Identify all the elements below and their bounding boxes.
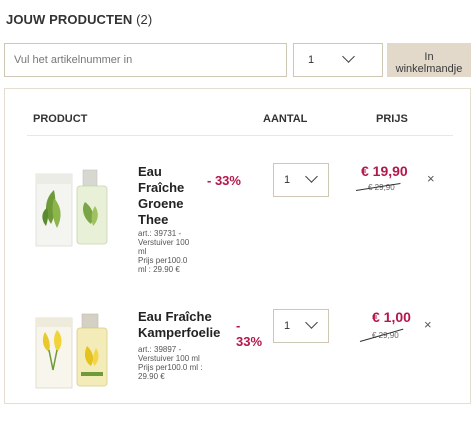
product-name-line: Thee [138,212,169,227]
add-quantity-value: 1 [308,54,315,66]
quantity-value: 1 [284,320,291,332]
meta-line: Verstuiver 100 [138,238,190,247]
meta-line: art.: 39731 - [138,229,182,238]
product-name-line: Eau Fraîche [138,309,212,324]
discount-badge: - 33% [207,173,241,189]
discount-badge: - 33% [236,318,262,350]
meta-line: ml : 29.90 € [138,265,180,274]
meta-line: ml [138,247,147,256]
article-number-input[interactable] [4,43,287,77]
column-header-quantity: AANTAL [263,113,308,125]
chevron-down-icon [342,50,355,63]
add-product-form: 1 In winkelmandje [4,43,471,77]
discount-line: - [236,318,241,333]
meta-line: art.: 39897 - [138,345,182,354]
product-name-line: Fraîche [138,180,185,195]
discount-line: - 33% [207,173,241,188]
header-divider [27,135,453,136]
product-image-honeysuckle [35,313,108,389]
quantity-value: 1 [284,174,291,186]
product-name-line: Groene [138,196,184,211]
meta-line: Prijs per100.0 ml : [138,363,203,372]
chevron-down-icon [305,316,318,329]
product-meta: art.: 39897 - Verstuiver 100 ml Prijs pe… [138,345,202,381]
add-to-cart-label-line2: winkelmandje [395,62,463,75]
add-to-cart-button[interactable]: In winkelmandje [387,43,471,77]
product-count: (2) [136,12,153,27]
meta-line: Prijs per100.0 [138,256,188,265]
product-name-line: Kamperfoelie [138,325,221,340]
product-name-line: Eau [138,164,162,179]
product-name[interactable]: Eau Fraîche Kamperfoelie [138,309,220,341]
product-image-green-tea [35,169,108,247]
meta-line: 29.90 € [138,372,165,381]
quantity-select[interactable]: 1 [273,309,329,343]
add-to-cart-label-line1: In [424,50,434,63]
column-header-price: PRIJS [376,113,408,125]
meta-line: Verstuiver 100 ml [138,354,200,363]
product-meta: art.: 39731 - Verstuiver 100 ml Prijs pe… [138,229,189,274]
chevron-down-icon [305,170,318,183]
current-price: € 1,00 [372,309,411,325]
add-quantity-select[interactable]: 1 [293,43,383,77]
product-name[interactable]: Eau Fraîche Groene Thee [138,164,184,228]
current-price: € 19,90 [361,163,408,179]
discount-line: 33% [236,334,263,349]
page-title: JOUW PRODUCTEN (2) [6,12,152,27]
close-icon[interactable]: × [424,318,432,331]
quantity-select[interactable]: 1 [273,163,329,197]
page-title-text: JOUW PRODUCTEN [6,12,133,27]
close-icon[interactable]: × [427,172,435,185]
column-header-product: PRODUCT [33,113,88,125]
